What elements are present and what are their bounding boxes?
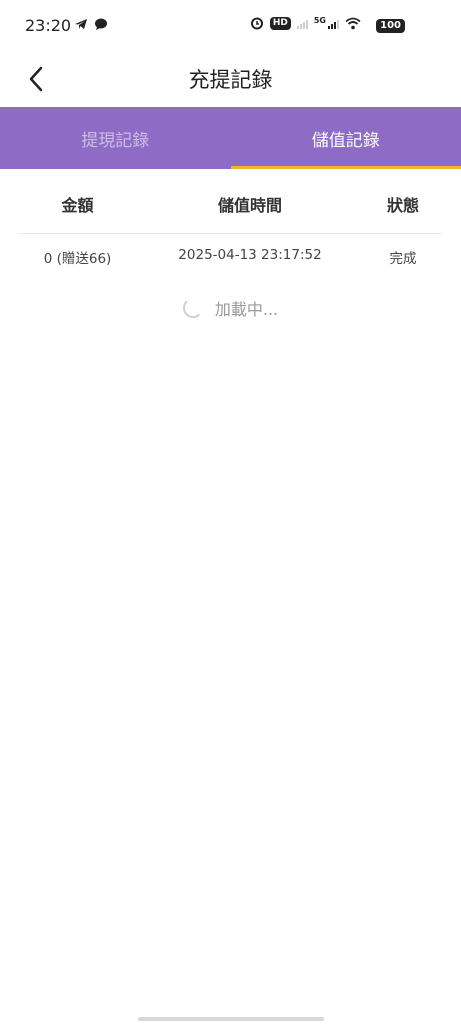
- header-deposit-time: 儲值時間: [217, 196, 282, 215]
- tab-withdraw-records[interactable]: 提現記錄: [0, 107, 231, 169]
- hd-voice-badge: HD: [269, 16, 291, 30]
- nav-bar: 充提記錄: [0, 52, 461, 107]
- table-row: 0 (贈送66) 2025-04-13 23:17:52 完成: [0, 234, 461, 276]
- network-type-label: 5G: [313, 15, 326, 25]
- tab-deposit-records[interactable]: 儲值記錄: [230, 107, 461, 169]
- table-header: 金額 儲值時間 狀態: [0, 169, 461, 233]
- status-bar: 23:20 HD 5G 100: [0, 0, 461, 52]
- signal-sim1-icon: [296, 17, 308, 29]
- header-amount: 金額: [61, 196, 94, 215]
- home-indicator[interactable]: [138, 1017, 324, 1021]
- row-status: 完成: [389, 251, 417, 267]
- alarm-icon: [250, 17, 263, 30]
- loading-spinner-icon: [182, 298, 203, 318]
- tab-bar: 提現記錄 儲值記錄: [0, 107, 461, 169]
- tab-label: 提現記錄: [81, 130, 150, 151]
- tab-label: 儲值記錄: [311, 130, 380, 151]
- status-notification-icons: [74, 17, 108, 31]
- loading-text: 加載中...: [214, 300, 279, 319]
- status-time: 23:20: [25, 16, 72, 35]
- row-deposit-time: 2025-04-13 23:17:52: [178, 247, 322, 263]
- header-status: 狀態: [386, 196, 419, 215]
- signal-sim2-icon: [328, 17, 339, 29]
- wifi-icon: [345, 17, 361, 29]
- page-title: 充提記錄: [188, 68, 273, 92]
- chat-bubble-icon: [95, 18, 107, 30]
- loading-indicator: 加載中...: [0, 296, 461, 320]
- telegram-icon: [75, 19, 87, 29]
- battery-indicator: 100: [376, 19, 405, 33]
- row-amount: 0 (贈送66): [43, 251, 112, 267]
